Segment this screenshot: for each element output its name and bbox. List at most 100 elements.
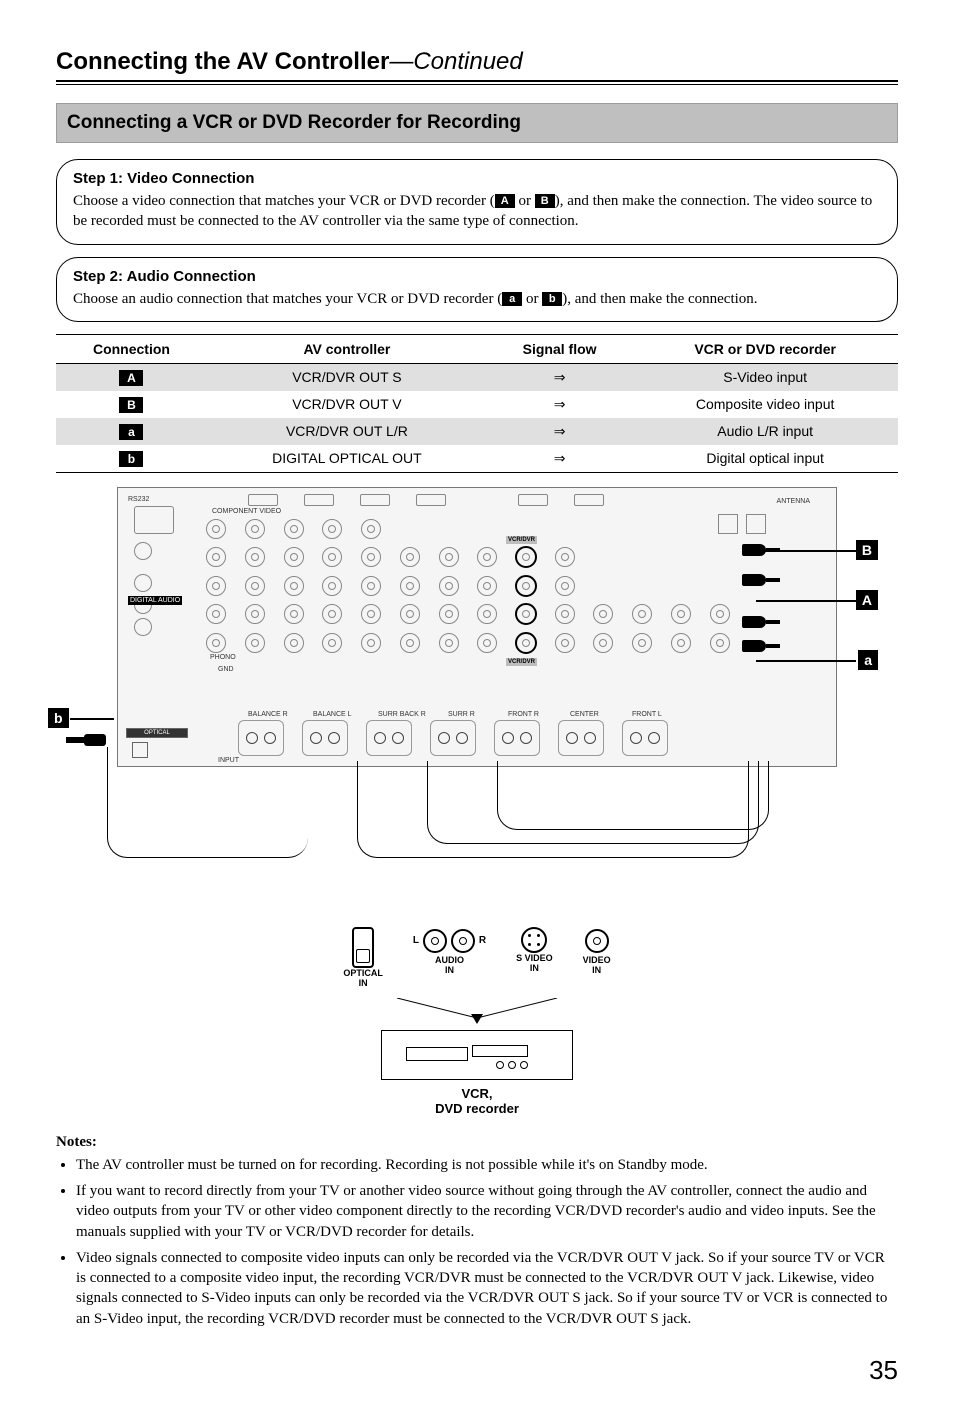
rca-jack-icon <box>632 633 652 653</box>
rca-jack-grid <box>198 516 738 656</box>
hdmi-port-icon <box>574 494 604 506</box>
label-gnd: GND <box>218 666 234 673</box>
row-b-flow: ⇒ <box>487 445 632 473</box>
notes-list: The AV controller must be turned on for … <box>56 1155 898 1329</box>
optical-plug-icon <box>66 732 106 750</box>
th-connection: Connection <box>56 334 207 363</box>
rca-jack-icon <box>322 633 342 653</box>
title-rule-thick <box>56 80 898 82</box>
rca-jack-icon <box>400 576 420 596</box>
speaker-terminal-icon <box>558 720 604 756</box>
rca-jack-icon <box>206 547 226 567</box>
label-svideo-in1: S VIDEO <box>516 953 553 963</box>
row-B-dest: Composite video input <box>632 391 898 418</box>
note-item: The AV controller must be turned on for … <box>76 1155 898 1175</box>
table-row: a VCR/DVR OUT L/R ⇒ Audio L/R input <box>56 418 898 445</box>
rca-jack-icon <box>245 519 265 539</box>
svideo-in-jack-icon <box>521 927 547 953</box>
table-row: A VCR/DVR OUT S ⇒ S-Video input <box>56 363 898 391</box>
rca-jack-icon <box>477 604 497 624</box>
row-tag-A: A <box>119 370 143 386</box>
th-avcontroller: AV controller <box>207 334 487 363</box>
rca-jack-icon <box>710 604 730 624</box>
callout-line-a <box>756 660 856 662</box>
rca-jack-icon <box>245 633 265 653</box>
notes-heading: Notes: <box>56 1134 898 1151</box>
label-balance-r: BALANCE R <box>248 711 288 718</box>
label-front-r: FRONT R <box>508 711 539 718</box>
optical-in-jack-icon <box>352 927 374 968</box>
row-A-dest: S-Video input <box>632 363 898 391</box>
label-audio-in1: AUDIO <box>435 955 464 965</box>
label-surr-back: SURR BACK R <box>378 711 426 718</box>
label-phono: PHONO <box>210 654 236 661</box>
rca-jack-icon <box>206 604 226 624</box>
coax-jack-1 <box>134 574 152 592</box>
label-optical-in1: OPTICAL <box>343 968 383 978</box>
rca-jack-icon <box>710 633 730 653</box>
audio-l-jack-icon <box>423 929 447 953</box>
vcrdvr-out-r-jack <box>515 632 537 654</box>
plug-icon <box>742 572 780 588</box>
label-component: COMPONENT VIDEO <box>212 508 281 515</box>
connection-diagram: RS232 DIGITAL AUDIO OPTICAL COMPON <box>97 487 857 1116</box>
cable-b <box>107 747 308 858</box>
note-item: If you want to record directly from your… <box>76 1181 898 1242</box>
arrow-down-icon <box>377 998 577 1024</box>
label-rs232: RS232 <box>128 496 149 503</box>
callout-line-A <box>756 600 856 602</box>
rca-jack-icon <box>206 576 226 596</box>
row-B-controller: VCR/DVR OUT V <box>207 391 487 418</box>
chapter-title: Connecting the AV Controller—Continued <box>56 48 898 78</box>
optical-in-column: OPTICAL IN <box>343 927 383 988</box>
plug-icon <box>742 542 780 558</box>
speaker-terminal-icon <box>430 720 476 756</box>
th-recorder: VCR or DVD recorder <box>632 334 898 363</box>
label-vcrdvr-bottom: VCR/DVR <box>506 658 537 666</box>
speaker-terminal-icon <box>302 720 348 756</box>
hdmi-port-icon <box>248 494 278 506</box>
rca-jack-icon <box>593 633 613 653</box>
recorder-inputs-row: OPTICAL IN L R AUDIO IN <box>267 927 687 988</box>
row-b-dest: Digital optical input <box>632 445 898 473</box>
rca-jack-icon <box>361 519 381 539</box>
row-a-dest: Audio L/R input <box>632 418 898 445</box>
callout-b: b <box>48 708 69 728</box>
connection-table: Connection AV controller Signal flow VCR… <box>56 334 898 473</box>
row-a-controller: VCR/DVR OUT L/R <box>207 418 487 445</box>
cable-B <box>497 761 769 830</box>
label-antenna: ANTENNA <box>777 498 810 505</box>
label-center: CENTER <box>570 711 599 718</box>
hdmi-port-icon <box>518 494 548 506</box>
chapter-continued: —Continued <box>389 48 522 75</box>
step2-title: Step 2: Audio Connection <box>73 268 881 285</box>
rca-jack-icon <box>632 604 652 624</box>
callout-A: A <box>856 590 878 610</box>
tag-B-inline: B <box>535 194 555 208</box>
rca-jack-icon <box>245 576 265 596</box>
audio-l-label: L <box>413 935 419 946</box>
rca-jack-icon <box>206 633 226 653</box>
audio-in-column: L R AUDIO IN <box>413 927 486 988</box>
vcrdvr-out-s-jack <box>515 575 537 597</box>
tag-b-inline: b <box>542 292 562 306</box>
label-audio-in2: IN <box>445 965 454 975</box>
vcr-device-icon <box>381 1030 573 1080</box>
rca-jack-icon <box>671 604 691 624</box>
vcrdvr-out-l-jack <box>515 603 537 625</box>
step1-title: Step 1: Video Connection <box>73 170 881 187</box>
audio-r-jack-icon <box>451 929 475 953</box>
rca-jack-icon <box>322 547 342 567</box>
label-digital-audio: DIGITAL AUDIO <box>128 596 182 605</box>
row-a-flow: ⇒ <box>487 418 632 445</box>
dvd-tray-icon <box>472 1045 528 1057</box>
label-surr-r: SURR R <box>448 711 475 718</box>
svideo-in-column: S VIDEO IN <box>516 927 553 988</box>
coax-jack-3 <box>134 618 152 636</box>
av-controller-rear-panel: RS232 DIGITAL AUDIO OPTICAL COMPON <box>117 487 837 767</box>
row-tag-B: B <box>119 397 143 413</box>
rca-jack-icon <box>245 604 265 624</box>
video-in-column: VIDEO IN <box>583 927 611 988</box>
row-A-controller: VCR/DVR OUT S <box>207 363 487 391</box>
row-B-flow: ⇒ <box>487 391 632 418</box>
